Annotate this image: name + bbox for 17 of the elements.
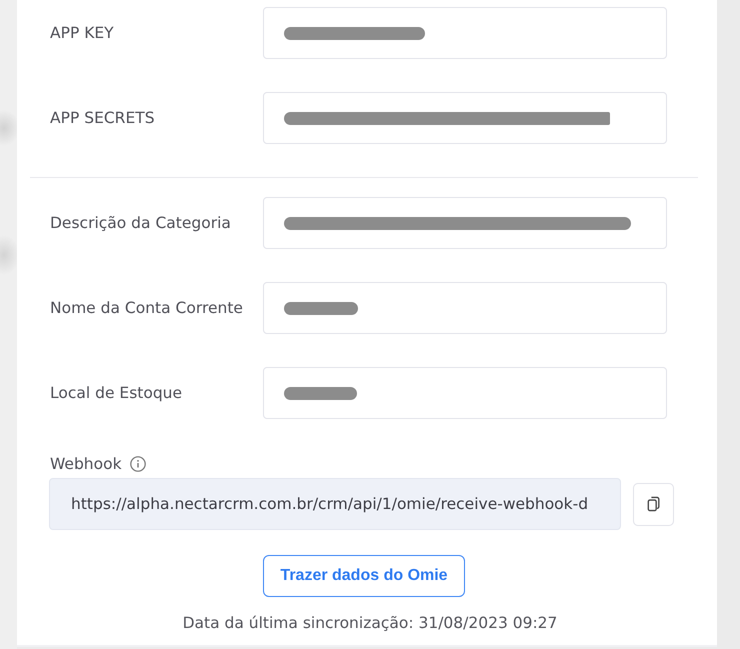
copy-icon	[646, 496, 660, 512]
info-icon[interactable]	[130, 456, 146, 472]
input-field[interactable]	[263, 197, 667, 249]
webhook-label: Webhook	[50, 455, 122, 473]
last-sync-text: Data da última sincronização: 31/08/2023 09:27	[182, 614, 558, 632]
input-field[interactable]	[263, 282, 667, 334]
fetch-data-button[interactable]: Trazer dados do Omie	[263, 555, 465, 597]
field-label: Descrição da Categoria	[50, 214, 231, 232]
input-field[interactable]	[263, 92, 667, 144]
field-label: APP SECRETS	[50, 109, 155, 127]
copy-button[interactable]	[633, 482, 674, 526]
field-label: APP KEY	[50, 24, 114, 42]
input-field[interactable]	[263, 7, 667, 59]
field-label: Nome da Conta Corrente	[50, 299, 243, 317]
field-label: Local de Estoque	[50, 384, 182, 402]
webhook-url-field[interactable]: https://alpha.nectarcrm.com.br/crm/api/1/omie/receive-webhook-d	[49, 478, 621, 530]
input-field[interactable]	[263, 367, 667, 419]
